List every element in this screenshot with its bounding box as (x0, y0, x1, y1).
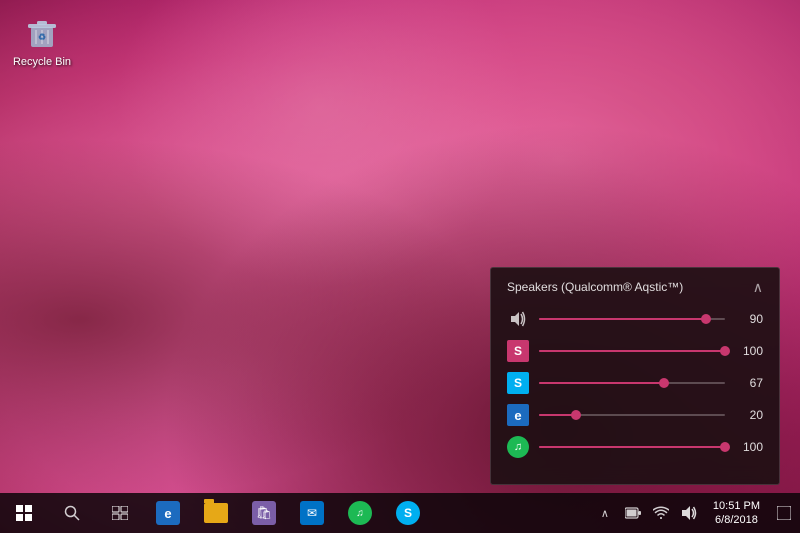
app3-icon: e (507, 404, 529, 426)
clock-time: 10:51 PM (713, 499, 760, 513)
skype-icon: S (396, 501, 420, 525)
app2-slider[interactable] (539, 376, 725, 390)
app2-icon: S (507, 372, 529, 394)
spotify-icon: ♫ (348, 501, 372, 525)
system-slider[interactable] (539, 312, 725, 326)
panel-title: Speakers (Qualcomm® Aqstic™) (507, 280, 683, 294)
task-view-button[interactable] (96, 493, 144, 533)
panel-close-button[interactable]: ∧ (753, 280, 763, 294)
recycle-bin-graphic: ♻ (22, 12, 62, 52)
taskbar-spotify[interactable]: ♫ (336, 493, 384, 533)
mail-icon: ✉ (300, 501, 324, 525)
speaker-icon (507, 308, 529, 330)
app2-slider-row: S 67 (507, 372, 763, 394)
app4-icon: ♫ (507, 436, 529, 458)
app1-icon: S (507, 340, 529, 362)
app4-volume-value: 100 (735, 440, 763, 454)
clock-date: 6/8/2018 (715, 513, 758, 527)
folder-icon (204, 503, 228, 523)
taskbar: e 🛍 ✉ ♫ S ∧ (0, 493, 800, 533)
tray-overflow-button[interactable]: ∧ (593, 501, 617, 525)
system-slider-row: 90 (507, 308, 763, 330)
edge-icon: e (156, 501, 180, 525)
svg-text:♻: ♻ (38, 32, 46, 42)
app1-slider-row: S 100 (507, 340, 763, 362)
taskbar-store[interactable]: 🛍 (240, 493, 288, 533)
taskbar-edge[interactable]: e (144, 493, 192, 533)
app1-volume-value: 100 (735, 344, 763, 358)
task-view-icon (112, 506, 128, 520)
taskbar-mail[interactable]: ✉ (288, 493, 336, 533)
system-tray: ∧ 10:51 (593, 493, 800, 533)
taskbar-folder[interactable] (192, 493, 240, 533)
app3-volume-value: 20 (735, 408, 763, 422)
system-volume-value: 90 (735, 312, 763, 326)
windows-logo (16, 505, 32, 521)
search-button[interactable] (48, 493, 96, 533)
app4-slider-row: ♫ 100 (507, 436, 763, 458)
taskbar-left (0, 493, 144, 533)
volume-mixer-panel: Speakers (Qualcomm® Aqstic™) ∧ 90 S (490, 267, 780, 485)
store-icon: 🛍 (252, 501, 276, 525)
volume-icon[interactable] (677, 501, 701, 525)
app4-slider[interactable] (539, 440, 725, 454)
taskbar-skype[interactable]: S (384, 493, 432, 533)
recycle-bin-label: Recycle Bin (13, 56, 71, 69)
panel-header: Speakers (Qualcomm® Aqstic™) ∧ (507, 280, 763, 294)
notification-button[interactable] (772, 493, 796, 533)
search-icon (64, 505, 80, 521)
clock[interactable]: 10:51 PM 6/8/2018 (705, 499, 768, 528)
wifi-icon (649, 501, 673, 525)
app3-slider-row: e 20 (507, 404, 763, 426)
start-button[interactable] (0, 493, 48, 533)
taskbar-center: e 🛍 ✉ ♫ S (144, 493, 593, 533)
recycle-bin-icon[interactable]: ♻ Recycle Bin (8, 8, 76, 73)
battery-icon (621, 501, 645, 525)
app3-slider[interactable] (539, 408, 725, 422)
app1-slider[interactable] (539, 344, 725, 358)
app2-volume-value: 67 (735, 376, 763, 390)
